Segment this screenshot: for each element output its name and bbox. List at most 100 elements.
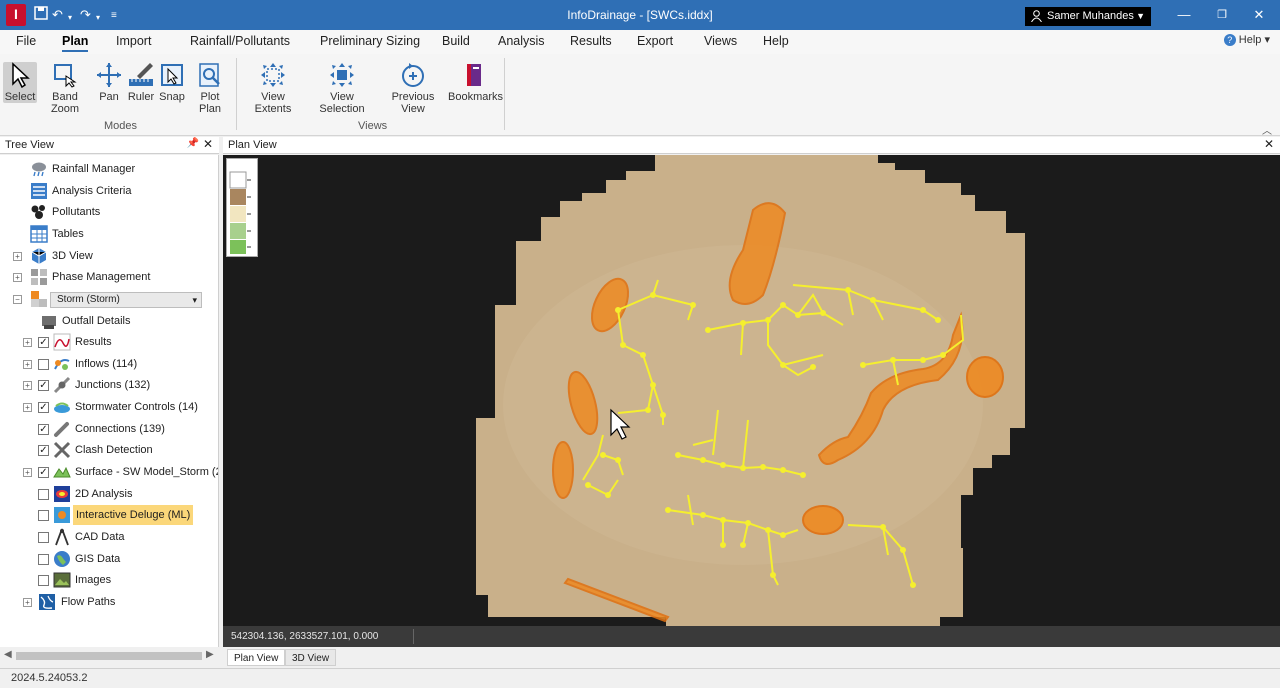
expand-icon[interactable]: + [23,468,32,477]
phase-management-icon [31,269,47,285]
tree-item-inflows[interactable]: + Inflows (114) [0,354,218,374]
tree-item-analysis-criteria[interactable]: Analysis Criteria [0,181,218,201]
scrollbar-thumb[interactable] [16,652,202,660]
menu-export[interactable]: Export [637,34,673,48]
user-menu[interactable]: Samer Muhandes ▼ [1025,7,1151,26]
collapse-ribbon-icon[interactable]: ︿ [1262,122,1272,137]
tree-item-connections[interactable]: ✓ Connections (139) [0,419,218,439]
menu-preliminary-sizing[interactable]: Preliminary Sizing [320,34,420,48]
tree-item-outfall-details[interactable]: Outfall Details [0,311,218,331]
bookmarks-button[interactable]: Bookmarks [448,62,503,103]
scroll-right-icon[interactable]: ▶ [206,649,214,660]
inflows-checkbox[interactable] [38,359,49,370]
version-number: 2024.5.24053.2 [11,672,88,684]
gis-data-checkbox[interactable] [38,554,49,565]
ruler-button[interactable]: Ruler [126,62,156,103]
expand-icon[interactable]: + [23,598,32,607]
help-button[interactable]: ? Help ▾ [1223,33,1270,46]
snap-button[interactable]: Snap [158,62,186,103]
menu-plan[interactable]: Plan [62,34,89,52]
minimize-button[interactable]: — [1169,5,1199,25]
plot-plan-button[interactable]: Plot Plan [188,62,232,115]
band-zoom-icon [54,64,77,88]
views-group-label: Views [358,120,388,132]
tree-item-tables[interactable]: Tables [0,224,218,244]
user-icon [1031,10,1042,22]
menu-views[interactable]: Views [704,34,737,48]
menu-rainfall-pollutants[interactable]: Rainfall/Pollutants [190,34,290,48]
tree-item-surface[interactable]: + ✓ Surface - SW Model_Storm (2).idsx [0,462,218,482]
tree-close-icon[interactable]: ✕ [203,137,213,151]
close-button[interactable]: ✕ [1244,5,1274,25]
pan-button[interactable]: Pan [95,62,123,103]
expand-icon[interactable]: + [23,360,32,369]
connections-checkbox[interactable]: ✓ [38,424,49,435]
connections-pipe-icon [54,422,69,437]
view-selection-button[interactable]: View Selection [308,62,376,115]
flow-paths-icon [39,594,55,610]
expand-icon[interactable]: + [13,252,22,261]
expand-icon[interactable]: + [13,273,22,282]
chevron-down-icon: ▾ [192,295,197,305]
results-graph-icon [53,333,71,351]
3d-view-icon [31,248,47,264]
tree-item-gis-data[interactable]: GIS Data [0,549,218,569]
help-icon: ? [1223,34,1236,46]
band-zoom-button[interactable]: Band Zoom [38,62,92,115]
tree-item-stormwater-controls[interactable]: + ✓ Stormwater Controls (14) [0,397,218,417]
clash-detection-checkbox[interactable]: ✓ [38,445,49,456]
bookmarks-icon [467,64,481,86]
expand-icon[interactable]: + [23,381,32,390]
menu-build[interactable]: Build [442,34,470,48]
pan-icon [97,63,121,87]
plan-canvas[interactable] [223,155,1280,626]
tab-3d-view[interactable]: 3D View [285,649,337,666]
tree-item-results[interactable]: + ✓ Results [0,332,218,352]
storm-phase-dropdown[interactable]: Storm (Storm) ▾ [50,292,202,308]
interactive-deluge-checkbox[interactable] [38,510,49,521]
tree-item-cad-data[interactable]: CAD Data [0,527,218,547]
tree-item-interactive-deluge[interactable]: Interactive Deluge (ML) [0,505,218,525]
menu-analysis[interactable]: Analysis [498,34,545,48]
stormwater-controls-checkbox[interactable]: ✓ [38,402,49,413]
tree-item-phase-management[interactable]: + Phase Management [0,267,218,287]
previous-view-button[interactable]: Previous View [380,62,446,115]
tree-item-pollutants[interactable]: Pollutants [0,202,218,222]
view-extents-button[interactable]: View Extents [242,62,304,115]
cad-compass-icon [55,528,69,546]
tree-horizontal-scrollbar[interactable]: ◀ ▶ [0,648,219,664]
surface-checkbox[interactable]: ✓ [38,467,49,478]
tree-item-clash-detection[interactable]: ✓ Clash Detection [0,440,218,460]
tree-item-flow-paths[interactable]: + Flow Paths [0,592,218,612]
images-checkbox[interactable] [38,575,49,586]
clash-detection-icon [53,441,71,459]
results-checkbox[interactable]: ✓ [38,337,49,348]
expand-icon[interactable]: + [23,403,32,412]
junctions-checkbox[interactable]: ✓ [38,380,49,391]
menu-help[interactable]: Help [763,34,789,48]
tree-item-2d-analysis[interactable]: 2D Analysis [0,484,218,504]
tree-item-rainfall-manager[interactable]: Rainfall Manager [0,159,218,179]
menu-import[interactable]: Import [116,34,151,48]
scroll-left-icon[interactable]: ◀ [4,649,12,660]
user-name: Samer Muhandes [1047,10,1134,22]
menu-file[interactable]: File [16,34,36,48]
expand-icon[interactable]: + [23,338,32,347]
tree-item-3d-view[interactable]: + 3D View [0,246,218,266]
tree-item-junctions[interactable]: + ✓ Junctions (132) [0,375,218,395]
inflows-icon [54,359,70,370]
chevron-down-icon: ▼ [1136,11,1145,21]
tree-view-header: Tree View 📌 ✕ [0,137,219,154]
plan-close-icon[interactable]: ✕ [1264,137,1274,151]
select-tool-button[interactable]: Select [3,62,37,103]
tree-item-images[interactable]: Images [0,570,218,590]
collapse-icon[interactable]: − [13,295,22,304]
pin-icon[interactable]: 📌 [187,138,199,149]
2d-analysis-checkbox[interactable] [38,489,49,500]
ribbon: Select Band Zoom Pan Ruler Snap Plot Pla… [0,54,1280,137]
tab-plan-view[interactable]: Plan View [227,649,286,666]
maximize-button[interactable]: ❐ [1207,5,1237,25]
surface-icon [53,466,71,478]
cad-data-checkbox[interactable] [38,532,49,543]
menu-results[interactable]: Results [570,34,612,48]
